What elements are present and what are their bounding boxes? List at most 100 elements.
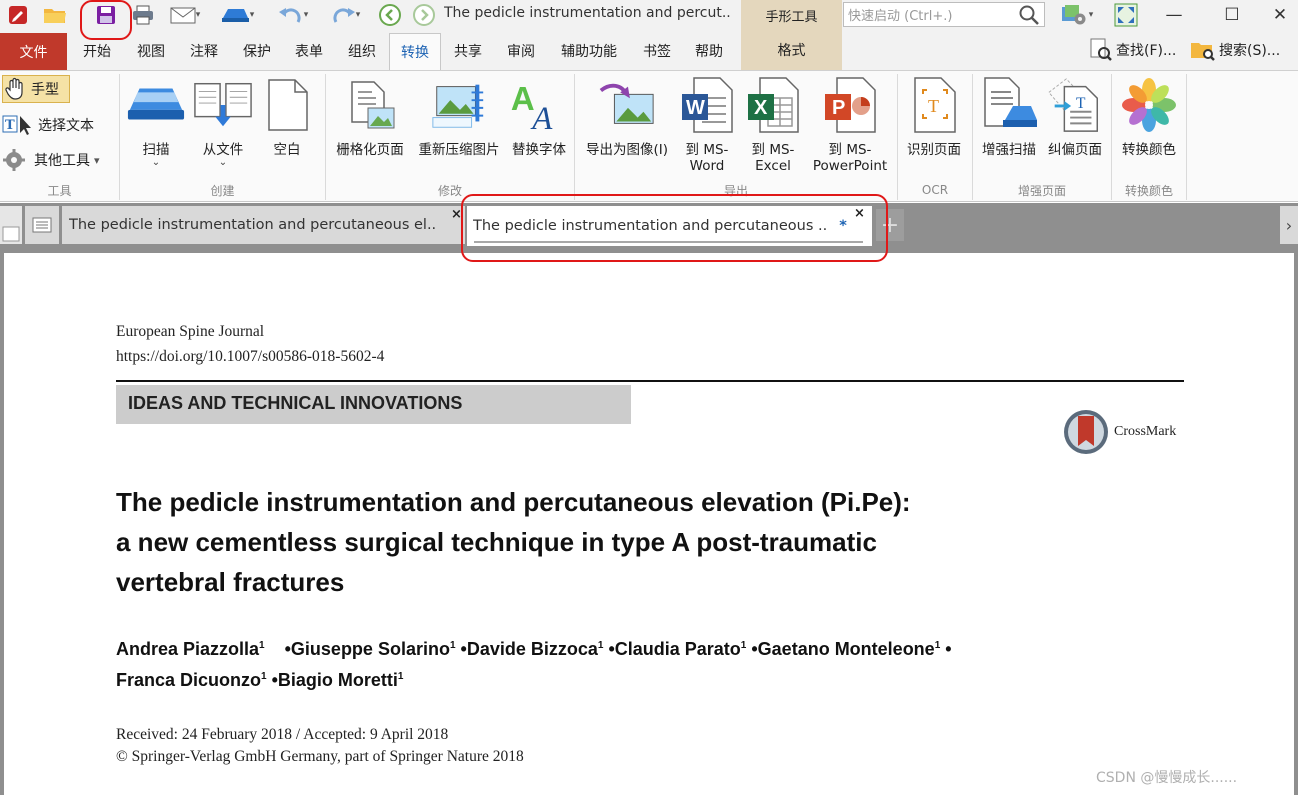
section-banner: IDEAS AND TECHNICAL INNOVATIONS: [116, 385, 631, 424]
author-affiliation: 1: [597, 640, 604, 651]
file-menu-tab[interactable]: 文件: [0, 33, 67, 70]
crossmark-badge[interactable]: CrossMark: [1062, 408, 1176, 456]
doi-link[interactable]: https://doi.org/10.1007/s00586-018-5602-…: [116, 348, 384, 366]
select-text-label: 选择文本: [38, 118, 94, 134]
deskew-page-icon: T: [1045, 76, 1105, 134]
author-name: Giuseppe Solarino: [290, 639, 450, 659]
context-tab-group-label: 手形工具: [741, 0, 842, 30]
watermark: CSDN @慢慢成长......: [1096, 770, 1238, 786]
tab-help[interactable]: 帮助: [686, 33, 732, 69]
excel-icon: X: [743, 76, 803, 134]
redo-icon[interactable]: ▾: [320, 3, 370, 27]
save-highlight-circle: [80, 0, 132, 40]
tab-format[interactable]: 格式: [741, 30, 842, 70]
enhance-scan-icon: [979, 76, 1039, 134]
article-title-line: vertebral fractures: [116, 567, 345, 597]
enhance-scan-button[interactable]: 增强扫描: [976, 76, 1042, 158]
replace-font-label: 替换字体: [512, 142, 566, 158]
to-word-button[interactable]: W 到 MS- Word: [676, 76, 738, 174]
close-window-button[interactable]: ✕: [1262, 0, 1298, 30]
convert-color-label: 转换颜色: [1122, 142, 1176, 158]
recompress-images-button[interactable]: 重新压缩图片: [412, 76, 506, 158]
select-text-button[interactable]: T 选择文本: [2, 111, 118, 139]
replace-font-icon: AA: [509, 76, 569, 134]
svg-text:A: A: [511, 80, 535, 117]
from-file-button[interactable]: 从文件 ⌄: [192, 76, 254, 168]
find-icon: [1090, 38, 1112, 61]
svg-text:T: T: [928, 96, 939, 116]
to-powerpoint-button[interactable]: P 到 MS- PowerPoint: [806, 76, 894, 174]
undo-icon[interactable]: ▾: [268, 3, 318, 27]
from-file-icon: [193, 76, 253, 134]
scanner-icon[interactable]: ▾: [212, 3, 262, 27]
tab-list-grip[interactable]: [0, 206, 22, 244]
replace-font-button[interactable]: AA 替换字体: [506, 76, 572, 158]
author-list: Andrea Piazzolla1 •Giuseppe Solarino1 •D…: [116, 632, 952, 694]
article-title-line: The pedicle instrumentation and percutan…: [116, 487, 911, 517]
maximize-button[interactable]: ☐: [1205, 0, 1259, 30]
dropdown-arrow: ⌄: [151, 157, 161, 168]
search-button[interactable]: 搜索(S)...: [1190, 37, 1294, 63]
scanner-large-icon: [126, 76, 186, 134]
tab-convert[interactable]: 转换: [389, 33, 441, 70]
document-tab-title: The pedicle instrumentation and percutan…: [69, 217, 437, 233]
export-image-button[interactable]: 导出为图像(I): [578, 76, 676, 158]
rasterize-page-button[interactable]: 栅格化页面: [330, 76, 410, 158]
to-excel-button[interactable]: X 到 MS- Excel: [742, 76, 804, 174]
blank-page-icon: [257, 76, 317, 134]
tab-comment[interactable]: 注释: [181, 33, 227, 69]
back-icon[interactable]: [374, 3, 406, 27]
author-name: Claudia Parato: [614, 639, 741, 659]
search-icon[interactable]: [1018, 4, 1040, 26]
author-name: Gaetano Monteleone: [757, 639, 935, 659]
author-name: Franca Dicuonzo: [116, 670, 262, 690]
author-name: Davide Bizzoca: [466, 639, 598, 659]
minimize-button[interactable]: —: [1147, 0, 1201, 30]
tab-protect[interactable]: 保护: [234, 33, 280, 69]
deskew-page-button[interactable]: T 纠偏页面: [1042, 76, 1108, 158]
blank-page-button[interactable]: 空白: [260, 76, 314, 158]
find-button[interactable]: 查找(F)...: [1089, 37, 1187, 63]
from-file-label: 从文件: [202, 142, 244, 158]
author-line: Andrea Piazzolla1 •Giuseppe Solarino1 •D…: [116, 639, 952, 659]
enhance-scan-label: 增强扫描: [982, 142, 1036, 158]
search-label: 搜索(S)...: [1219, 43, 1281, 59]
open-folder-icon[interactable]: [38, 3, 72, 27]
ocr-page-icon: T: [904, 76, 964, 134]
hand-tool-button[interactable]: 手型: [2, 75, 70, 103]
recognize-page-button[interactable]: T 识别页面: [901, 76, 967, 158]
crossmark-label: CrossMark: [1114, 424, 1177, 439]
publication-info: Received: 24 February 2018 / Accepted: 9…: [116, 724, 524, 768]
tab-review[interactable]: 审阅: [498, 33, 544, 69]
recompress-images-label: 重新压缩图片: [418, 142, 500, 158]
tab-share[interactable]: 共享: [445, 33, 491, 69]
author-line: Franca Dicuonzo1 •Biagio Moretti1: [116, 670, 404, 690]
fullscreen-icon[interactable]: [1108, 3, 1144, 27]
svg-text:X: X: [754, 97, 768, 119]
author-affiliation: 1: [397, 671, 404, 682]
print-icon[interactable]: [128, 3, 158, 27]
document-tab[interactable]: The pedicle instrumentation and percutan…: [62, 206, 465, 244]
header-rule: [116, 380, 1184, 382]
copyright-notice: © Springer-Verlag GmbH Germany, part of …: [116, 748, 524, 765]
settings-gear-icon[interactable]: ▾: [1052, 3, 1102, 27]
tab-scroll-right-button[interactable]: ›: [1280, 206, 1298, 244]
email-icon[interactable]: ▾: [163, 3, 207, 27]
to-excel-label: 到 MS- Excel: [751, 142, 795, 174]
author-affiliation: 1: [740, 640, 747, 651]
journal-name: European Spine Journal: [116, 323, 265, 340]
tab-accessibility[interactable]: 辅助功能: [552, 33, 626, 69]
tab-organize[interactable]: 组织: [339, 33, 385, 69]
quick-launch-input[interactable]: 快速启动 (Ctrl+.): [843, 2, 1045, 27]
tab-form[interactable]: 表单: [286, 33, 332, 69]
convert-color-button[interactable]: 转换颜色: [1114, 76, 1184, 158]
forward-icon[interactable]: [408, 3, 440, 27]
svg-text:A: A: [530, 101, 553, 132]
tab-bookmarks[interactable]: 书签: [634, 33, 680, 69]
tab-view[interactable]: 视图: [128, 33, 174, 69]
app-logo-icon[interactable]: [4, 3, 32, 27]
document-list-icon[interactable]: [25, 206, 59, 244]
svg-text:T: T: [5, 118, 15, 133]
scan-button[interactable]: 扫描 ⌄: [124, 76, 188, 168]
other-tools-button[interactable]: 其他工具 ▾: [2, 146, 118, 174]
